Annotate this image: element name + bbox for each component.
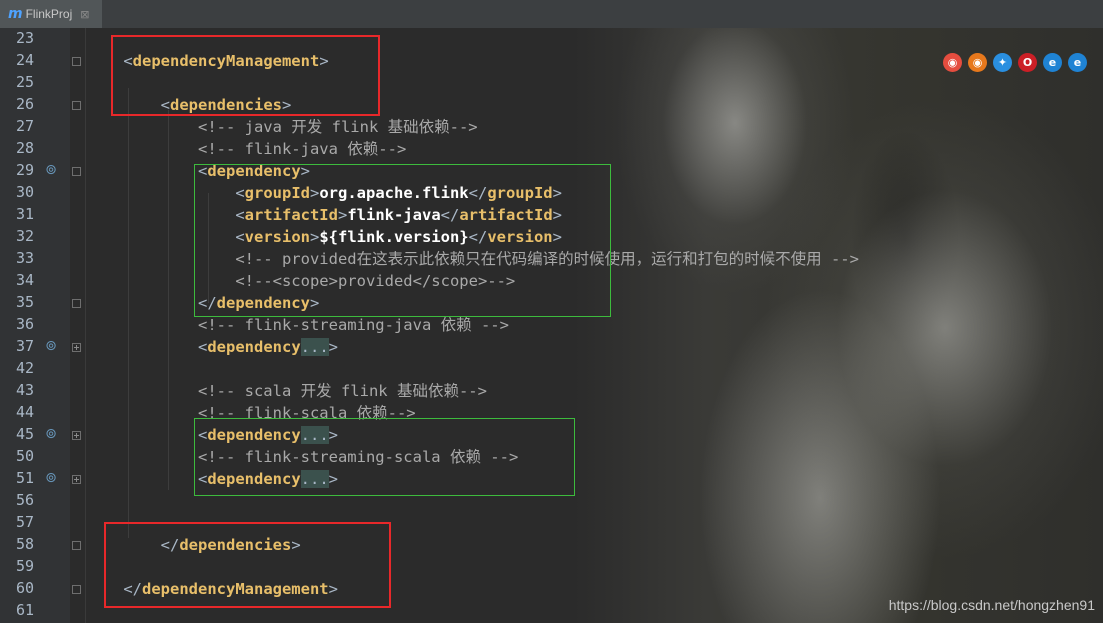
line-number: 59 [15, 557, 34, 575]
edge-icon[interactable]: e [1068, 53, 1087, 72]
code-line-28[interactable]: <!-- flink-java 依赖--> [86, 138, 406, 160]
line-number: 51 [15, 469, 34, 487]
ie-icon[interactable]: e [1043, 53, 1062, 72]
code-line-37[interactable]: <dependency...> [86, 336, 338, 358]
fold-marker-icon[interactable] [72, 299, 81, 308]
line-number: 58 [15, 535, 34, 553]
line-number: 32 [15, 227, 34, 245]
fold-marker-icon[interactable] [72, 101, 81, 110]
line-number: 31 [15, 205, 34, 223]
chrome-icon[interactable]: ◉ [943, 53, 962, 72]
opera-icon[interactable]: O [1018, 53, 1037, 72]
code-editor[interactable]: 23 24 25 26 27 28 29 30 31 32 33 34 35 36 37 42 43 44 45 50… [0, 28, 1103, 623]
firefox-icon[interactable]: ◉ [968, 53, 987, 72]
highlight-box-scala [194, 418, 575, 496]
line-number: 60 [15, 579, 34, 597]
expand-marker-icon[interactable] [72, 343, 81, 352]
fold-marker-icon[interactable] [72, 585, 81, 594]
expand-marker-icon[interactable] [72, 475, 81, 484]
line-number: 45 [15, 425, 34, 443]
line-number: 36 [15, 315, 34, 333]
code-line-27[interactable]: <!-- java 开发 flink 基础依赖--> [86, 116, 478, 138]
line-number: 25 [15, 73, 34, 91]
expand-marker-icon[interactable] [72, 431, 81, 440]
line-number: 57 [15, 513, 34, 531]
fold-marker-icon[interactable] [72, 167, 81, 176]
close-icon[interactable]: ⊠ [80, 8, 89, 21]
safari-icon[interactable]: ✦ [993, 53, 1012, 72]
editor-tab-bar: m FlinkProj ⊠ [0, 0, 1103, 29]
implementation-marker-icon[interactable]: ⊚ [44, 426, 58, 442]
line-number: 34 [15, 271, 34, 289]
implementation-marker-icon[interactable]: ⊚ [44, 162, 58, 178]
line-number: 37 [15, 337, 34, 355]
code-line-43[interactable]: <!-- scala 开发 flink 基础依赖--> [86, 380, 487, 402]
highlight-box-bottom [104, 522, 391, 608]
highlight-box-dependency [194, 164, 611, 317]
watermark: https://blog.csdn.net/hongzhen91 [888, 597, 1095, 613]
fold-marker-icon[interactable] [72, 57, 81, 66]
highlight-box-top [111, 35, 380, 116]
line-number: 35 [15, 293, 34, 311]
browser-preview-icons: ◉ ◉ ✦ Oe e [943, 53, 1087, 73]
line-number: 61 [15, 601, 34, 619]
line-number: 50 [15, 447, 34, 465]
line-number: 28 [15, 139, 34, 157]
folded-code[interactable]: ... [300, 338, 329, 356]
code-line-36[interactable]: <!-- flink-streaming-java 依赖 --> [86, 314, 509, 336]
line-number: 42 [15, 359, 34, 377]
implementation-marker-icon[interactable]: ⊚ [44, 470, 58, 486]
line-number: 24 [15, 51, 34, 69]
maven-icon: m [8, 6, 23, 22]
implementation-marker-icon[interactable]: ⊚ [44, 338, 58, 354]
line-number: 44 [15, 403, 34, 421]
line-number: 29 [15, 161, 34, 179]
fold-marker-icon[interactable] [72, 541, 81, 550]
line-number: 30 [15, 183, 34, 201]
line-number: 26 [15, 95, 34, 113]
line-number: 43 [15, 381, 34, 399]
line-number: 56 [15, 491, 34, 509]
line-number: 27 [15, 117, 34, 135]
tab-title: FlinkProj [25, 7, 73, 21]
line-number: 23 [15, 29, 34, 47]
tab-flinkproj[interactable]: m FlinkProj ⊠ [0, 0, 102, 28]
line-number: 33 [15, 249, 34, 267]
